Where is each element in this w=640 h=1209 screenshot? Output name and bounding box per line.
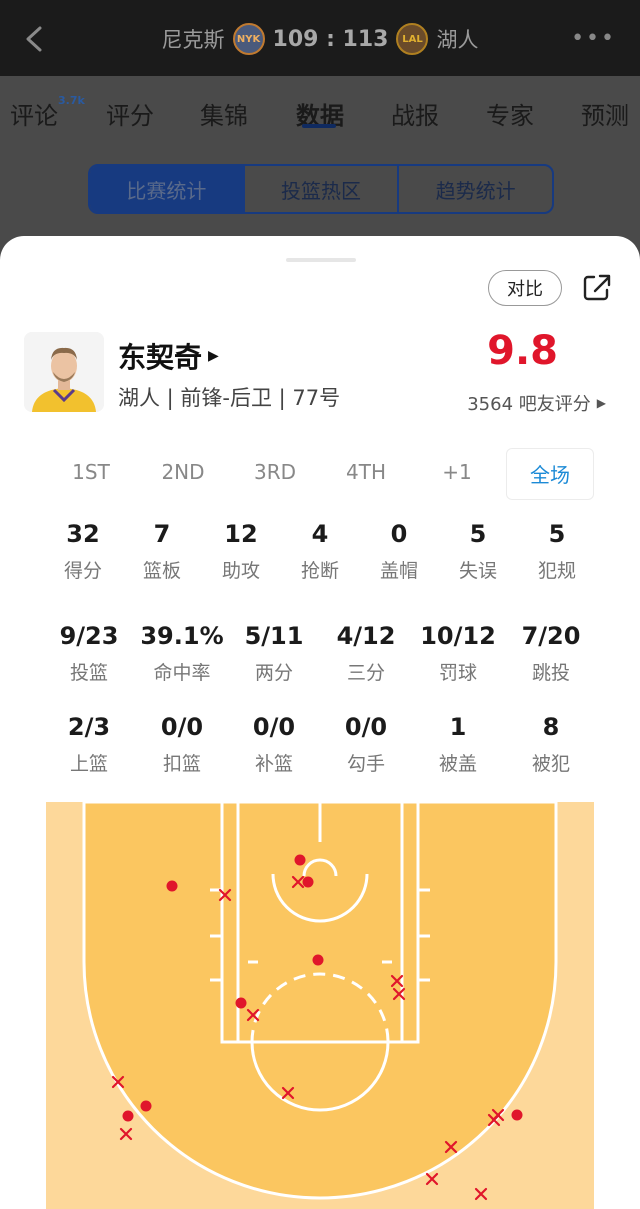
stat-layups: 2/3 上篮 — [41, 711, 137, 776]
stat-value: 4/12 — [336, 622, 396, 650]
stat-label: 被盖 — [438, 753, 477, 775]
stat-value: 7/20 — [521, 622, 581, 650]
stats-row-basic: 32 得分 7 篮板 12 助攻 4 抢断 0 盖帽 5 失误 5 犯规 — [0, 518, 640, 598]
rating-count-link[interactable]: 3564 吧友评分 ▶ — [467, 390, 606, 416]
stat-putbacks: 0/0 补篮 — [226, 711, 322, 776]
tab-predict[interactable]: 预测 — [581, 96, 629, 131]
caret-right-icon: ▶ — [596, 396, 606, 410]
stats-row-shot-types: 2/3 上篮 0/0 扣篮 0/0 补篮 0/0 勾手 1 被盖 8 被犯 — [0, 711, 640, 791]
period-4th[interactable]: 4TH — [326, 460, 406, 484]
stat-hook-shots: 0/0 勾手 — [318, 711, 414, 776]
period-full-game[interactable]: 全场 — [506, 448, 594, 500]
share-icon[interactable] — [580, 270, 614, 304]
made-shot-dot — [235, 997, 247, 1009]
segment-shot-zones[interactable]: 投篮热区 — [245, 166, 400, 212]
tab-highlights[interactable]: 集锦 — [200, 96, 248, 131]
stat-label: 投篮 — [69, 662, 108, 684]
stat-value: 0/0 — [344, 713, 388, 741]
more-options-icon[interactable]: ••• — [571, 26, 616, 51]
tab-comments-label: 评论 — [10, 102, 58, 130]
stat-field-goals: 9/23 投篮 — [41, 620, 137, 685]
stat-blocked: 1 被盖 — [410, 711, 506, 776]
shot-chart-court — [46, 802, 594, 1209]
away-team-name: 湖人 — [436, 28, 479, 52]
stat-fg-pct: 39.1% 命中率 — [134, 620, 230, 685]
stat-label: 犯规 — [537, 560, 576, 582]
stat-value: 5 — [548, 520, 566, 548]
stat-value: 0/0 — [160, 713, 204, 741]
tab-experts[interactable]: 专家 — [486, 96, 534, 131]
stat-label: 被犯 — [531, 753, 570, 775]
sheet-drag-handle[interactable] — [286, 258, 356, 262]
stat-dunks: 0/0 扣篮 — [134, 711, 230, 776]
period-2nd[interactable]: 2ND — [143, 460, 223, 484]
active-tab-indicator — [302, 124, 336, 128]
stat-three-pointers: 4/12 三分 — [318, 620, 414, 685]
scoreboard: 尼克斯 NYK 109 : 113 LAL 湖人 — [0, 22, 640, 56]
player-info: 湖人 | 前锋-后卫 | 77号 — [118, 386, 341, 410]
top-bar: 尼克斯 NYK 109 : 113 LAL 湖人 ••• — [0, 0, 640, 76]
period-3rd[interactable]: 3RD — [235, 460, 315, 484]
player-avatar[interactable] — [24, 332, 104, 412]
stat-label: 命中率 — [153, 662, 211, 684]
rating-count-text: 3564 吧友评分 — [467, 394, 591, 415]
stat-jump-shots: 7/20 跳投 — [503, 620, 599, 685]
away-team-logo: LAL — [396, 23, 429, 55]
shot-chart — [46, 802, 594, 1209]
stats-row-shooting: 9/23 投篮 39.1% 命中率 5/11 两分 4/12 三分 10/12 罚球 7/… — [0, 620, 640, 700]
stat-label: 补篮 — [254, 753, 293, 775]
stat-label: 勾手 — [346, 753, 385, 775]
stat-label: 扣篮 — [162, 753, 201, 775]
stat-value: 8 — [542, 713, 560, 741]
player-rating: 9.8 — [487, 328, 558, 374]
stat-value: 2/3 — [67, 713, 111, 741]
stat-value: 0/0 — [252, 713, 296, 741]
made-shot-dot — [122, 1110, 134, 1122]
made-shot-dot — [294, 854, 306, 866]
tab-ratings[interactable]: 评分 — [106, 96, 154, 131]
period-1st[interactable]: 1ST — [51, 460, 131, 484]
stat-label: 上篮 — [69, 753, 108, 775]
made-shot-dot — [302, 876, 314, 888]
period-ot[interactable]: +1 — [417, 460, 497, 484]
stats-segment-control: 比赛统计 投篮热区 趋势统计 — [88, 164, 554, 214]
tab-report[interactable]: 战报 — [391, 96, 439, 131]
stat-fouls: 5 犯规 — [509, 518, 605, 583]
player-stats-sheet: 对比 东契奇 ▶ 湖人 | 前锋-后卫 | 77号 9.8 3564 吧友评分 … — [0, 236, 640, 1209]
stat-value: 10/12 — [420, 622, 496, 650]
home-team-logo: NYK — [232, 23, 265, 55]
score: 109 : 113 — [272, 26, 389, 52]
stat-value: 1 — [449, 713, 467, 741]
compare-button[interactable]: 对比 — [488, 270, 562, 306]
stat-fouled: 8 被犯 — [503, 711, 599, 776]
stat-two-pointers: 5/11 两分 — [226, 620, 322, 685]
stat-free-throws: 10/12 罚球 — [410, 620, 506, 685]
made-shot-dot — [166, 880, 178, 892]
comment-count-badge: 3.7k — [58, 94, 85, 107]
player-name-text: 东契奇 — [118, 341, 203, 374]
stat-label: 罚球 — [438, 662, 477, 684]
stat-value: 5/11 — [244, 622, 304, 650]
segment-trend-stats[interactable]: 趋势统计 — [399, 166, 552, 212]
stat-value: 9/23 — [59, 622, 119, 650]
stat-label: 跳投 — [531, 662, 570, 684]
stat-value: 39.1% — [140, 622, 224, 650]
made-shot-dot — [511, 1109, 523, 1121]
made-shot-dot — [140, 1100, 152, 1112]
tab-comments[interactable]: 评论3.7k — [10, 94, 85, 131]
home-team-name: 尼克斯 — [161, 28, 225, 52]
stat-label: 三分 — [346, 662, 385, 684]
made-shot-dot — [312, 954, 324, 966]
period-selector: 1ST 2ND 3RD 4TH +1 全场 — [0, 448, 640, 500]
segment-game-stats[interactable]: 比赛统计 — [90, 166, 245, 212]
caret-right-icon: ▶ — [208, 348, 219, 364]
player-name[interactable]: 东契奇 ▶ — [118, 336, 219, 376]
stat-label: 两分 — [254, 662, 293, 684]
main-tabs: 评论3.7k 评分 集锦 数据 战报 专家 预测 — [0, 76, 640, 146]
